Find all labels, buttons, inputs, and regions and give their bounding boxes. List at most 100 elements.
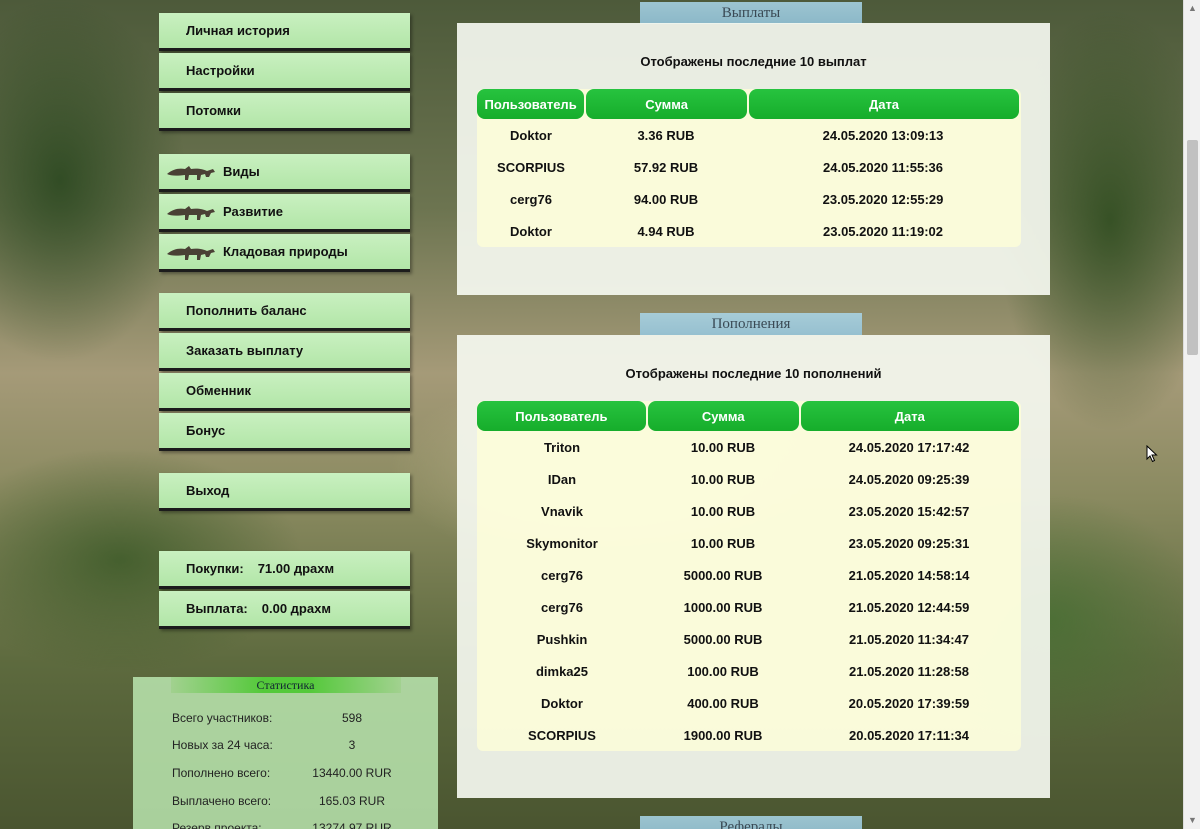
column-header-amount: Сумма xyxy=(586,89,747,119)
stat-value: 13440.00 RUR xyxy=(312,766,392,780)
cell-amount: 5000.00 RUB xyxy=(683,567,763,583)
column-header-user: Пользователь xyxy=(477,401,646,431)
stat-row: Всего участников: 598 xyxy=(172,711,432,731)
menu-item-label: Бонус xyxy=(186,423,226,438)
logout-button[interactable]: Выход xyxy=(159,473,410,511)
cell-amount: 1900.00 RUB xyxy=(683,727,763,743)
menu-item-label: Обменник xyxy=(186,383,252,398)
table-row: SCORPIUS 1900.00 RUB 20.05.2020 17:11:34 xyxy=(477,719,1021,751)
cell-amount: 100.00 RUB xyxy=(687,663,759,679)
cell-date: 24.05.2020 11:55:36 xyxy=(823,159,943,175)
scroll-up-icon[interactable]: ▲ xyxy=(1184,0,1200,17)
cell-amount: 57.92 RUB xyxy=(633,159,699,175)
menu-group-logout: Выход xyxy=(159,473,410,513)
balance-value: 71.00 драхм xyxy=(257,561,335,576)
menu-item-settings[interactable]: Настройки xyxy=(159,53,410,91)
menu-item-label: Выход xyxy=(186,483,230,498)
menu-item-label: Личная история xyxy=(186,23,290,38)
stat-label: Резерв проекта: xyxy=(172,821,262,829)
menu-item-label: Пополнить баланс xyxy=(186,303,307,318)
balance-purchases: Покупки: 71.00 драхм xyxy=(159,551,410,589)
payouts-panel: Отображены последние 10 выплат Пользоват… xyxy=(457,23,1050,295)
stat-value: 165.03 RUR xyxy=(318,794,386,808)
cell-date: 21.05.2020 11:34:47 xyxy=(849,631,969,647)
cell-amount: 1000.00 RUB xyxy=(683,599,763,615)
menu-item-bonus[interactable]: Бонус xyxy=(159,413,410,451)
cell-user: Doktor xyxy=(541,695,583,711)
table-row: SCORPIUS 57.92 RUB 24.05.2020 11:55:36 xyxy=(477,151,1021,183)
stat-label: Пополнено всего: xyxy=(172,766,271,780)
stat-label: Всего участников: xyxy=(172,711,273,725)
balance-value: 0.00 драхм xyxy=(261,601,331,616)
menu-group-finance: Пополнить баланс Заказать выплату Обменн… xyxy=(159,293,410,453)
menu-item-exchange[interactable]: Обменник xyxy=(159,373,410,411)
cell-date: 23.05.2020 12:55:29 xyxy=(822,191,944,207)
scroll-down-icon[interactable]: ▼ xyxy=(1184,812,1200,829)
cell-date: 24.05.2020 09:25:39 xyxy=(848,471,970,487)
mouse-cursor-icon xyxy=(1146,445,1158,463)
cell-user: Doktor xyxy=(510,127,552,143)
dinosaur-icon xyxy=(167,245,215,260)
payouts-caption: Отображены последние 10 выплат xyxy=(640,54,867,69)
menu-group-account: Личная история Настройки Потомки xyxy=(159,13,410,133)
table-header: Пользователь Сумма Дата xyxy=(477,89,1021,119)
dinosaur-icon xyxy=(167,165,215,180)
menu-item-nature-storage[interactable]: Кладовая природы xyxy=(159,234,410,272)
cell-amount: 10.00 RUB xyxy=(690,503,756,519)
menu-item-order-payout[interactable]: Заказать выплату xyxy=(159,333,410,371)
cell-user: cerg76 xyxy=(510,191,552,207)
section-tab-referrals: Рефералы xyxy=(640,816,862,829)
payouts-table: Пользователь Сумма Дата Doktor 3.36 RUB … xyxy=(477,89,1021,247)
menu-item-development[interactable]: Развитие xyxy=(159,194,410,232)
cell-user: Triton xyxy=(543,439,581,455)
menu-item-species[interactable]: Виды xyxy=(159,154,410,192)
cell-date: 20.05.2020 17:11:34 xyxy=(849,727,969,743)
table-row: Triton 10.00 RUB 24.05.2020 17:17:42 xyxy=(477,431,1021,463)
cell-date: 21.05.2020 11:28:58 xyxy=(849,663,969,679)
cell-user: Doktor xyxy=(510,223,552,239)
section-tab-payouts: Выплаты xyxy=(640,2,862,24)
menu-item-personal-history[interactable]: Личная история xyxy=(159,13,410,51)
cell-amount: 4.94 RUB xyxy=(637,223,695,239)
cell-date: 23.05.2020 11:19:02 xyxy=(823,223,943,239)
cell-amount: 400.00 RUB xyxy=(687,695,759,711)
menu-item-label: Виды xyxy=(223,164,260,179)
table-row: cerg76 94.00 RUB 23.05.2020 12:55:29 xyxy=(477,183,1021,215)
menu-item-top-up-balance[interactable]: Пополнить баланс xyxy=(159,293,410,331)
scrollbar-thumb[interactable] xyxy=(1187,140,1198,355)
menu-item-descendants[interactable]: Потомки xyxy=(159,93,410,131)
cell-user: cerg76 xyxy=(541,599,583,615)
column-header-date: Дата xyxy=(800,401,1019,431)
cell-amount: 10.00 RUB xyxy=(690,471,756,487)
cell-amount: 10.00 RUB xyxy=(690,535,756,551)
table-header: Пользователь Сумма Дата xyxy=(477,401,1021,431)
cell-user: IDan xyxy=(547,471,577,487)
cell-date: 24.05.2020 17:17:42 xyxy=(848,439,970,455)
dinosaur-icon xyxy=(167,205,215,220)
stat-row: Выплачено всего: 165.03 RUR xyxy=(172,794,432,814)
cell-amount: 5000.00 RUB xyxy=(683,631,763,647)
table-row: cerg76 1000.00 RUB 21.05.2020 12:44:59 xyxy=(477,591,1021,623)
cell-user: cerg76 xyxy=(541,567,583,583)
table-row: Doktor 4.94 RUB 23.05.2020 11:19:02 xyxy=(477,215,1021,247)
deposits-table: Пользователь Сумма Дата Triton 10.00 RUB… xyxy=(477,401,1021,751)
statistics-box: Статистика Всего участников: 598 Новых з… xyxy=(133,677,438,829)
stat-value: 598 xyxy=(341,711,363,725)
column-header-date: Дата xyxy=(749,89,1019,119)
cell-user: Vnavik xyxy=(541,503,583,519)
column-header-user: Пользователь xyxy=(477,89,585,119)
balance-payout: Выплата: 0.00 драхм xyxy=(159,591,410,629)
stat-value: 13274.97 RUR xyxy=(312,821,392,829)
cell-date: 21.05.2020 14:58:14 xyxy=(848,567,970,583)
cell-user: Pushkin xyxy=(536,631,588,647)
menu-group-species: Виды Развитие Кладовая природы xyxy=(159,154,410,274)
cell-date: 23.05.2020 15:42:57 xyxy=(848,503,970,519)
table-row: Doktor 400.00 RUB 20.05.2020 17:39:59 xyxy=(477,687,1021,719)
section-tab-deposits: Пополнения xyxy=(640,313,862,335)
cell-date: 21.05.2020 12:44:59 xyxy=(848,599,970,615)
stat-row: Пополнено всего: 13440.00 RUR xyxy=(172,766,432,786)
menu-item-label: Кладовая природы xyxy=(223,244,348,259)
table-row: dimka25 100.00 RUB 21.05.2020 11:28:58 xyxy=(477,655,1021,687)
stat-value: 3 xyxy=(348,738,356,752)
page-scrollbar[interactable]: ▲ ▼ xyxy=(1183,0,1200,829)
